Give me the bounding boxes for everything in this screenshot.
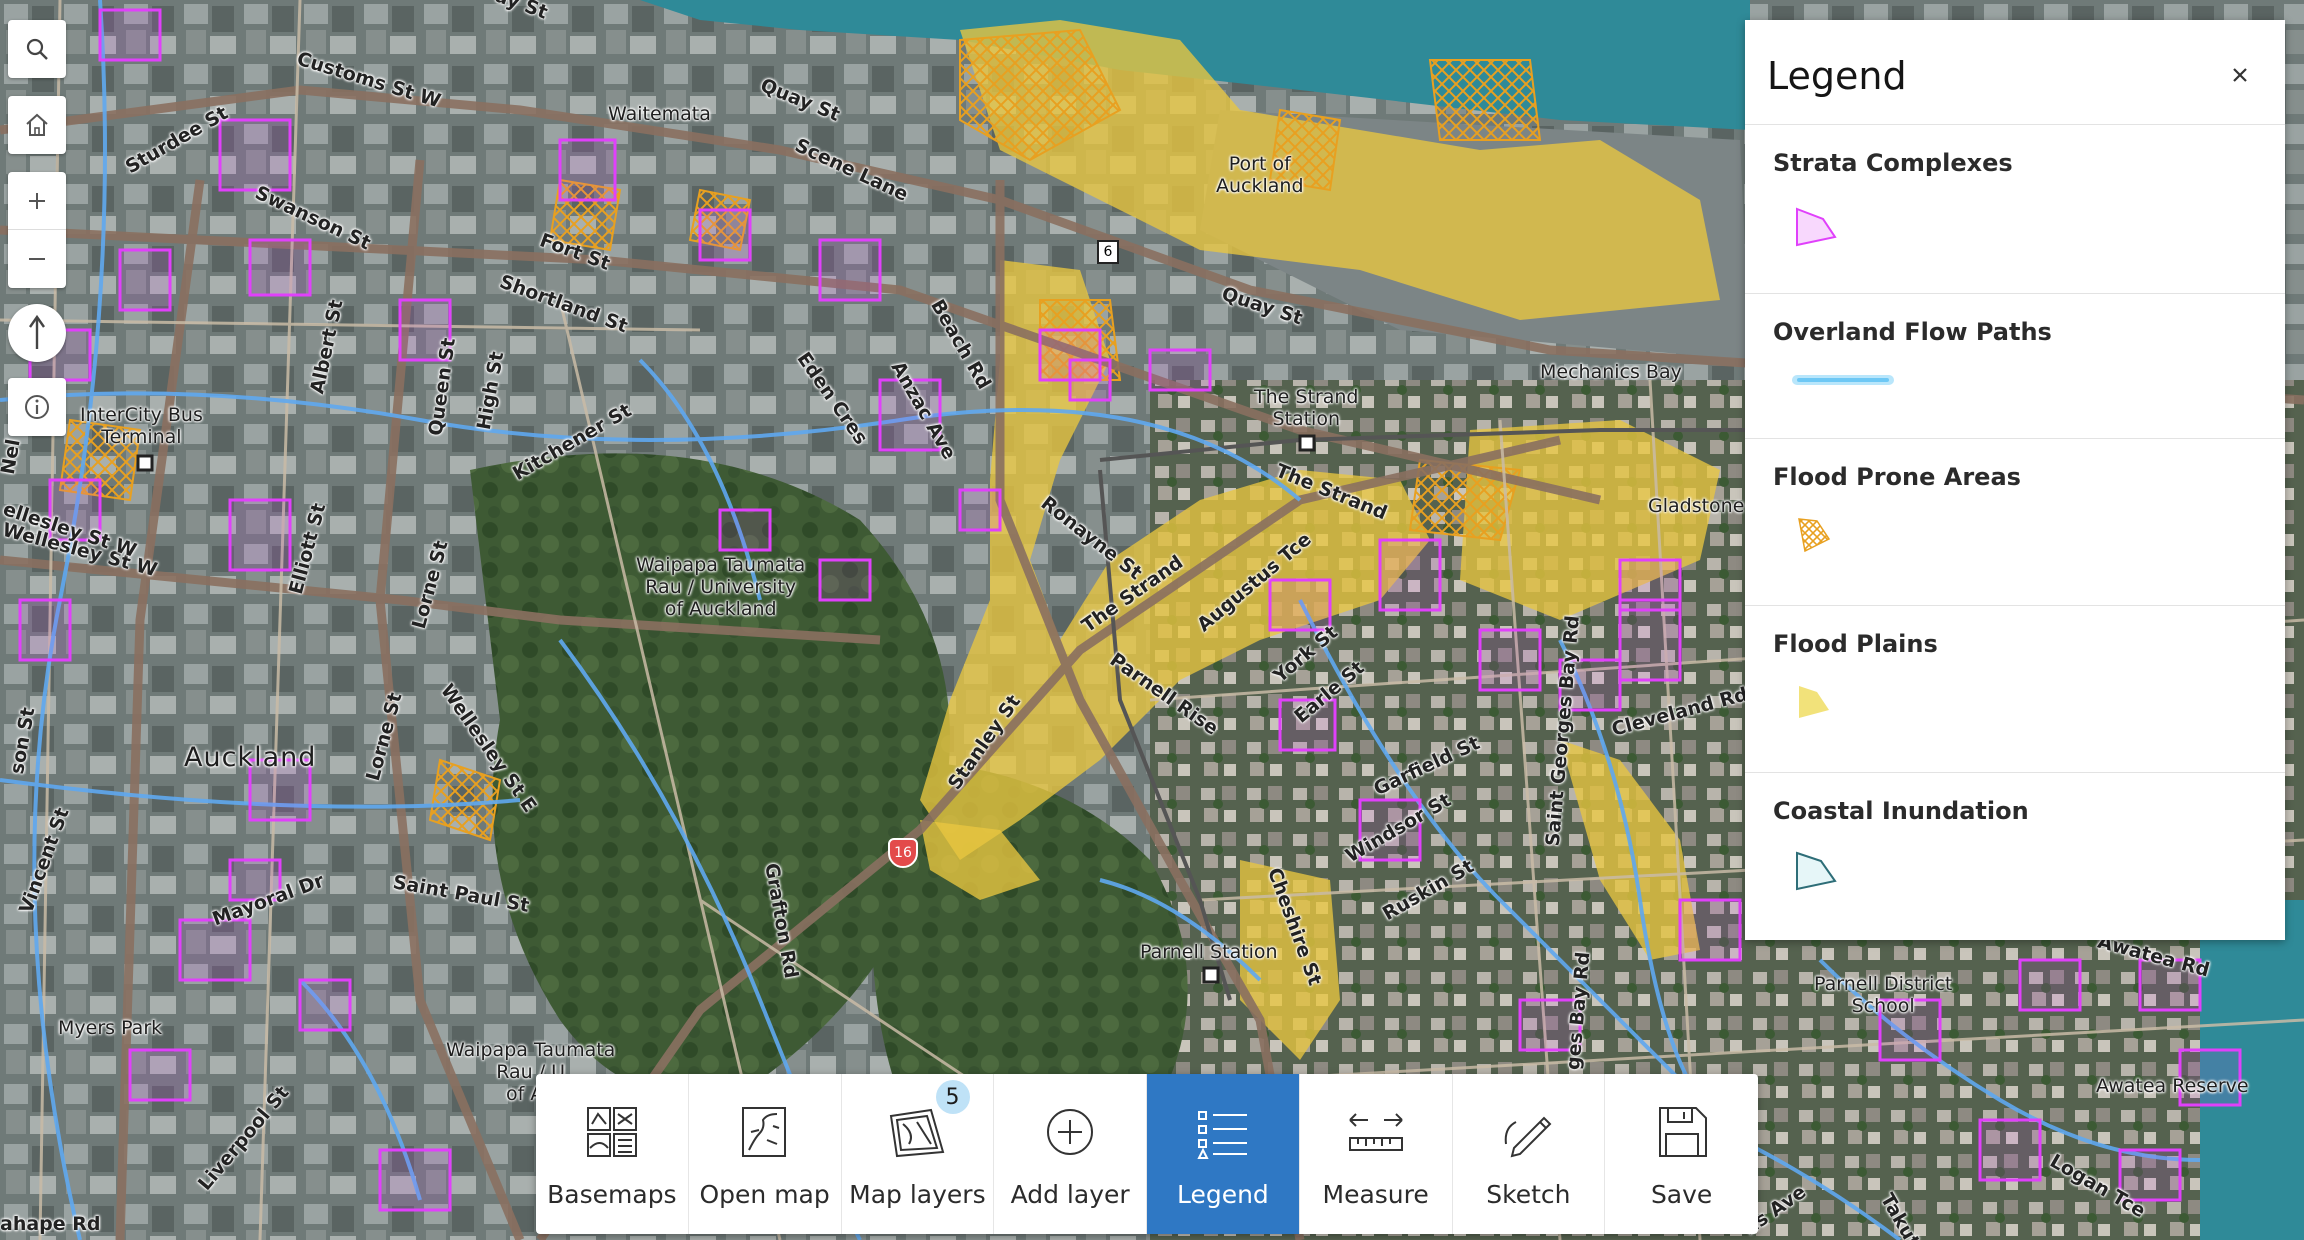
basemaps-button[interactable]: Basemaps: [536, 1074, 689, 1234]
place-label: Awatea Reserve: [2096, 1075, 2249, 1097]
place-label: The Strand Station: [1254, 386, 1359, 430]
compass-button[interactable]: [8, 304, 66, 362]
close-icon: [2233, 68, 2247, 82]
legend-item-label: Flood Prone Areas: [1773, 463, 2021, 491]
toolbar-label: Add layer: [1010, 1180, 1130, 1209]
flood-prone-hatch-symbol: [1798, 518, 1831, 553]
info-button[interactable]: [8, 378, 66, 436]
zoom-controls: [8, 172, 66, 288]
zoom-out-button[interactable]: [8, 230, 66, 288]
legend-button[interactable]: Legend: [1147, 1074, 1300, 1234]
bottom-toolbar: Basemaps Open map 5 Map layers Add layer…: [536, 1074, 1758, 1234]
toolbar-label: Basemaps: [547, 1180, 677, 1209]
home-button[interactable]: [8, 96, 66, 154]
save-icon: [1658, 1107, 1707, 1157]
place-label: Myers Park: [58, 1017, 163, 1039]
legend-item-label: Overland Flow Paths: [1773, 318, 2052, 346]
place-label: Gladstone: [1648, 495, 1745, 517]
place-label: Parnell Station: [1140, 941, 1278, 963]
info-icon: [25, 395, 49, 419]
street-label: ahape Rd: [0, 1213, 101, 1235]
layer-count-badge: 5: [935, 1080, 970, 1114]
measure-icon: [1348, 1113, 1403, 1151]
place-label: InterCity Bus Terminal: [80, 404, 203, 448]
search-button[interactable]: [8, 20, 66, 78]
legend-item-flood-prone-areas: Flood Prone Areas: [1745, 439, 2285, 606]
save-button[interactable]: Save: [1605, 1074, 1758, 1234]
north-arrow-icon: [29, 314, 45, 349]
zoom-in-button[interactable]: [8, 172, 66, 230]
legend-item-flood-plains: Flood Plains: [1745, 606, 2285, 773]
plus-icon: [29, 192, 45, 209]
station-marker: [1202, 966, 1220, 984]
add-layer-button[interactable]: Add layer: [994, 1074, 1147, 1234]
place-label: Parnell District School: [1814, 973, 1953, 1017]
map-layers-icon: [890, 1108, 945, 1158]
place-label: Waipapa Taumata Rau / University of Auck…: [636, 554, 806, 620]
station-marker: [136, 454, 154, 472]
toolbar-label: Measure: [1322, 1180, 1429, 1209]
strata-polygon-symbol: [1796, 207, 1837, 247]
legend-item-label: Flood Plains: [1773, 630, 1938, 658]
home-icon: [26, 113, 48, 136]
legend-title: Legend: [1767, 54, 1907, 98]
route-shield: 16: [888, 838, 918, 868]
legend-item-coastal-inundation: Coastal Inundation: [1745, 773, 2285, 939]
legend-header: Legend: [1745, 20, 2285, 125]
toolbar-label: Open map: [699, 1180, 830, 1209]
toolbar-label: Map layers: [849, 1180, 986, 1209]
toolbar-label: Sketch: [1486, 1180, 1571, 1209]
measure-button[interactable]: Measure: [1300, 1074, 1453, 1234]
search-icon: [26, 38, 48, 60]
legend-panel: Legend Strata Complexes Overland Flow Pa…: [1745, 20, 2285, 940]
legend-icon: [1197, 1111, 1247, 1159]
open-map-icon: [741, 1107, 786, 1157]
place-label: Mechanics Bay: [1540, 361, 1682, 383]
legend-item-overland-flow-paths: Overland Flow Paths: [1745, 294, 2285, 439]
legend-item-label: Strata Complexes: [1773, 149, 2013, 177]
minus-icon: [29, 258, 45, 260]
place-label: Port of Auckland: [1216, 153, 1304, 197]
legend-item-label: Coastal Inundation: [1773, 797, 2029, 825]
toolbar-label: Legend: [1176, 1180, 1269, 1209]
legend-item-strata-complexes: Strata Complexes: [1745, 125, 2285, 294]
map-layers-button[interactable]: 5 Map layers: [842, 1074, 995, 1234]
sketch-icon: [1505, 1116, 1552, 1158]
overland-flow-line-symbol: [1792, 375, 1894, 385]
place-label: Waitemata: [608, 103, 711, 125]
toolbar-label: Save: [1650, 1180, 1713, 1209]
open-map-button[interactable]: Open map: [689, 1074, 842, 1234]
station-marker: [1298, 434, 1316, 452]
flood-plain-polygon-symbol: [1799, 686, 1829, 718]
legend-close-button[interactable]: [2227, 62, 2253, 88]
add-layer-icon: [1047, 1109, 1094, 1155]
coastal-inundation-polygon-symbol: [1796, 851, 1837, 891]
route-shield: 6: [1097, 240, 1119, 264]
place-label: Auckland: [184, 742, 317, 773]
sketch-button[interactable]: Sketch: [1453, 1074, 1606, 1234]
basemaps-icon: [586, 1107, 637, 1157]
